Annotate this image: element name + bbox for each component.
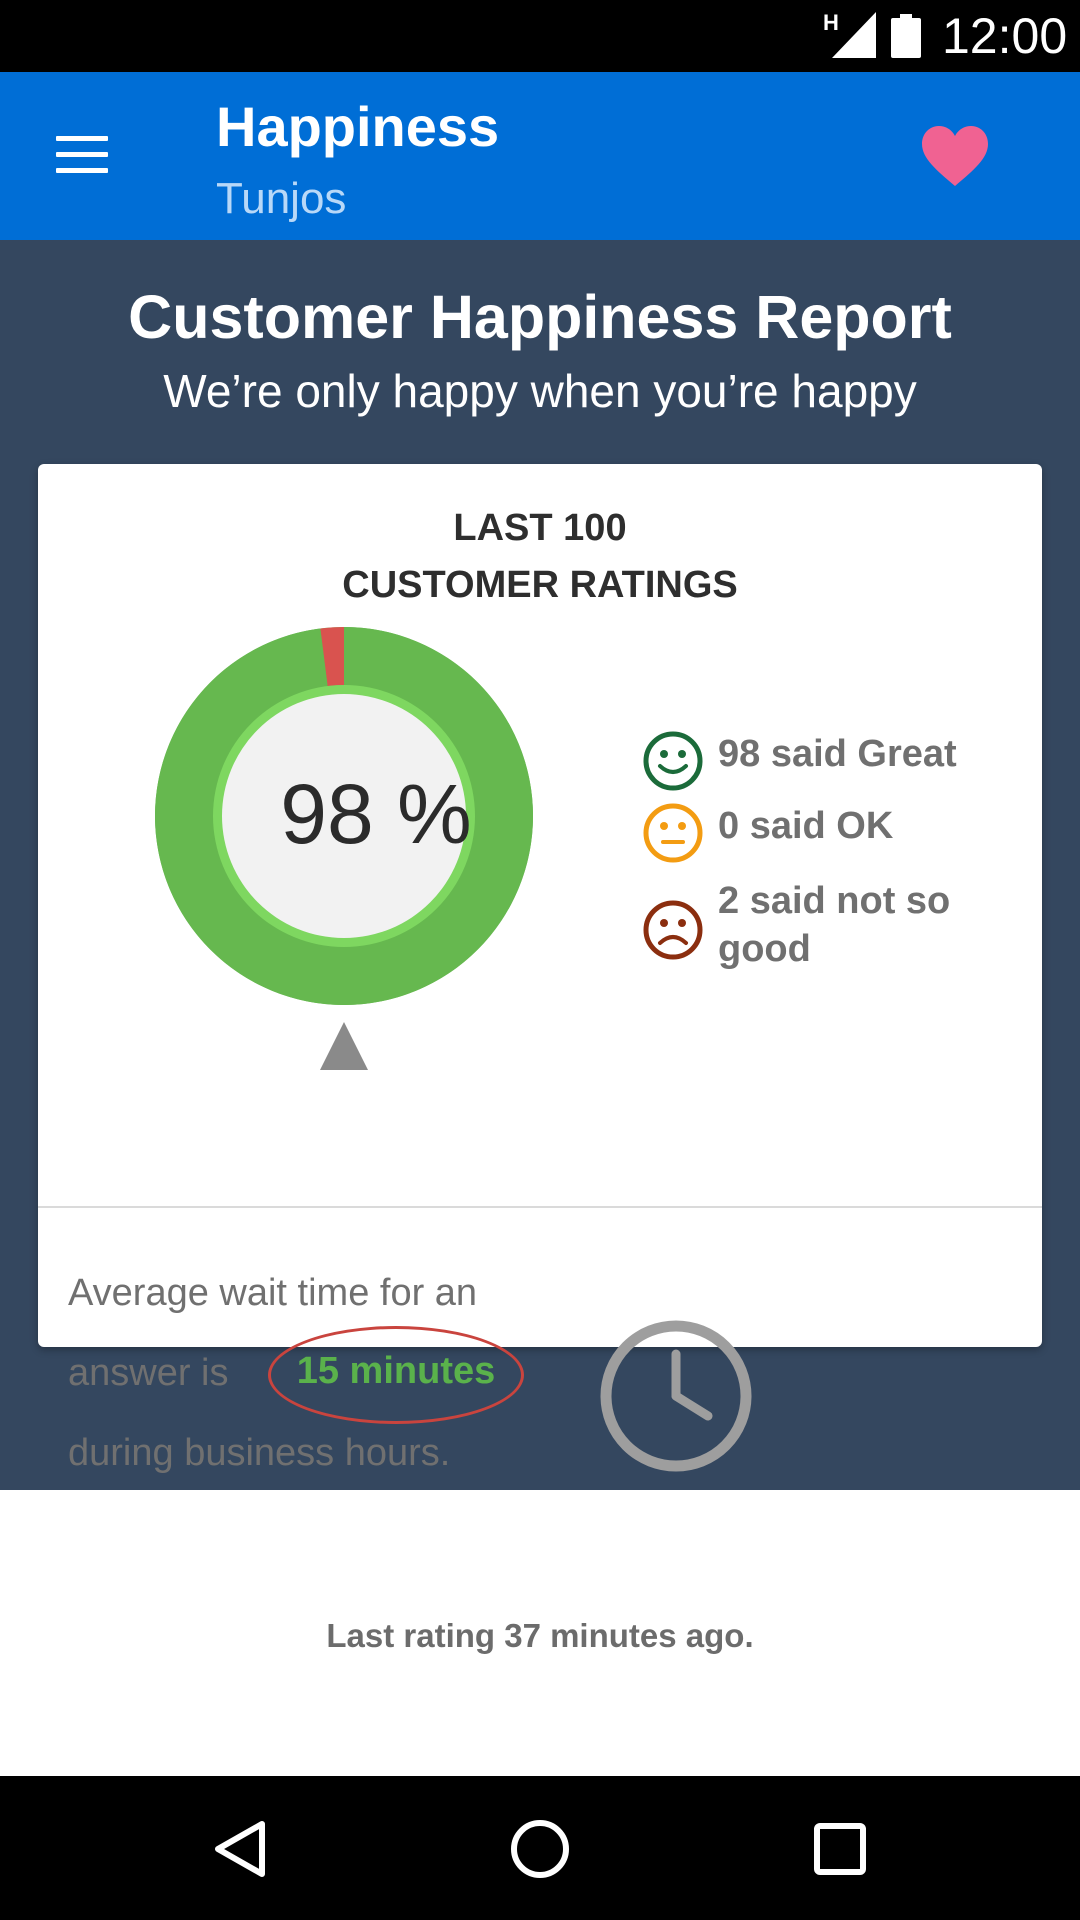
recents-icon[interactable] (809, 1818, 871, 1880)
report-title: Customer Happiness Report (128, 283, 952, 351)
signal-icon (832, 12, 876, 58)
ratings-card-title-line1: LAST 100 (453, 507, 627, 549)
legend-not-so-good-line2: good (718, 928, 811, 970)
last-rating-note: Last rating 37 minutes ago. (326, 1617, 754, 1654)
heart-icon[interactable] (920, 124, 990, 190)
ratings-card-title-line2: CUSTOMER RATINGS (342, 564, 738, 606)
happiness-percent: 98 % (280, 767, 472, 861)
menu-icon-line (56, 168, 108, 173)
menu-icon-line (56, 136, 108, 141)
happy-face-icon (643, 731, 703, 791)
back-icon[interactable] (210, 1818, 272, 1880)
card-divider (38, 1206, 1042, 1208)
legend-not-so-good-line1: 2 said not so (718, 880, 951, 922)
app-title: Happiness (216, 95, 500, 158)
sad-face-icon (643, 900, 703, 960)
report-subtitle: We’re only happy when you’re happy (163, 365, 917, 417)
home-icon[interactable] (509, 1818, 571, 1880)
app-bar: Happiness Tunjos (0, 72, 1080, 240)
ratings-card-title: LAST 100 CUSTOMER RATINGS (38, 500, 1042, 614)
triangle-up-icon (320, 1022, 368, 1070)
legend-ok-label: 0 said OK (718, 805, 894, 847)
legend-great-label: 98 said Great (718, 733, 957, 775)
app-subtitle: Tunjos (216, 174, 347, 223)
wait-time-value: 15 minutes (296, 1350, 496, 1392)
navigation-bar (0, 1776, 1080, 1920)
menu-button[interactable] (52, 132, 112, 180)
status-time: 12:00 (942, 8, 1068, 64)
clock-icon (600, 1320, 752, 1472)
wait-line1: Average wait time for an (68, 1272, 478, 1314)
legend-not-so-good-label: 2 said not so good (718, 877, 1018, 973)
battery-icon (891, 14, 921, 58)
neutral-face-icon (643, 803, 703, 863)
menu-icon-line (56, 152, 108, 157)
wait-line3: during business hours. (68, 1432, 451, 1474)
wait-line2-prefix: answer is (68, 1352, 229, 1394)
status-bar: H 12:00 (0, 0, 1080, 72)
ratings-card: LAST 100 CUSTOMER RATINGS 98 % 98 said G… (38, 464, 1042, 1474)
